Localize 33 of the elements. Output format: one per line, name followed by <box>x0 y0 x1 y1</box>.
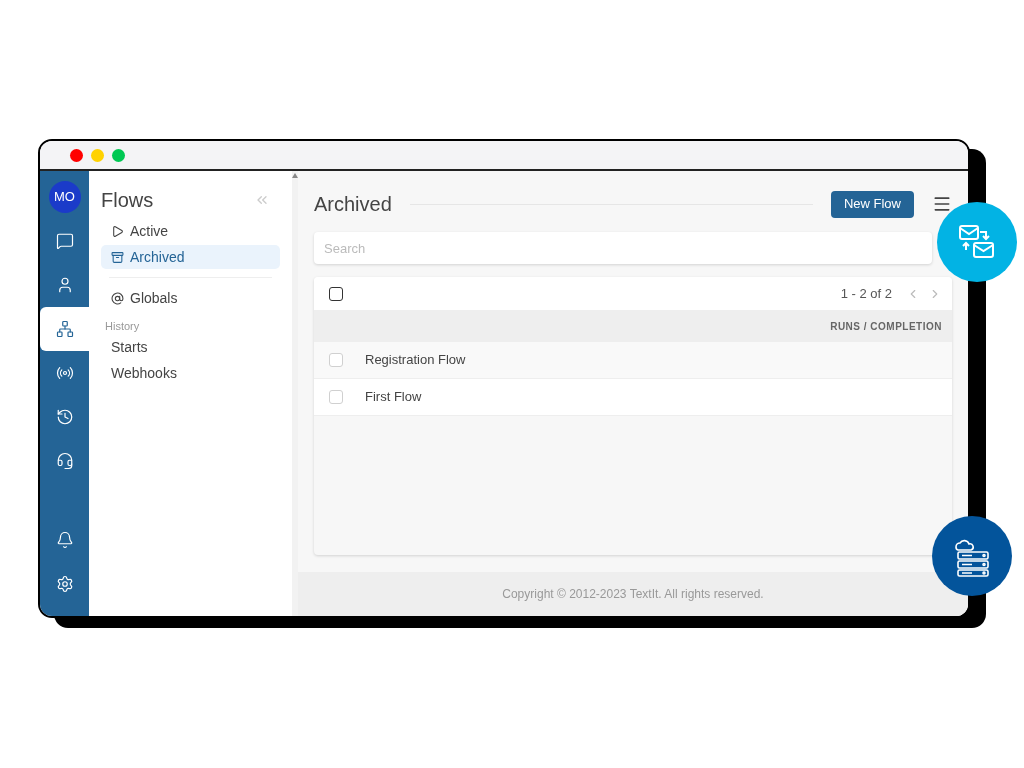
play-icon <box>111 224 124 238</box>
chat-icon <box>55 232 74 250</box>
column-header: RUNS / COMPLETION <box>830 319 942 334</box>
table-row[interactable]: Registration Flow <box>314 342 952 379</box>
scroll-up-icon[interactable] <box>292 173 298 178</box>
page-title: Archived <box>314 192 392 217</box>
table-row[interactable]: First Flow <box>314 379 952 416</box>
notification-icon[interactable] <box>55 531 74 549</box>
history-icon <box>55 408 74 426</box>
checkbox[interactable] <box>329 286 343 301</box>
section-heading: History <box>104 319 141 334</box>
archive-icon <box>111 250 124 264</box>
copyright-text: Copyright © 2012-2023 TextIt. All rights reserved. <box>502 586 764 603</box>
search-field[interactable]: Search <box>314 232 932 264</box>
broadcast-icon <box>55 364 74 382</box>
sidebar-item[interactable]: Active <box>101 219 280 243</box>
sidebar-title: Flows <box>101 188 154 213</box>
flow-icon <box>55 320 74 338</box>
sidebar-item[interactable]: Globals <box>101 286 280 310</box>
headset-icon <box>55 452 74 470</box>
flow-name: Registration Flow <box>365 351 466 370</box>
sidebar-item[interactable]: Archived <box>101 245 280 269</box>
sidebar-item[interactable]: Starts <box>101 334 280 361</box>
pagination-text: 1 - 2 of 2 <box>840 284 892 303</box>
flow-name: First Flow <box>365 388 422 407</box>
settings-icon[interactable] <box>55 575 74 593</box>
new-flow-button[interactable]: New Flow <box>830 190 914 218</box>
menu-icon[interactable] <box>932 194 952 214</box>
sidebar-item[interactable]: Webhooks <box>101 360 280 387</box>
avatar[interactable]: MO <box>48 181 81 213</box>
nav-rail-item[interactable] <box>40 307 89 351</box>
envelopes-icon <box>958 224 996 260</box>
at-icon <box>111 291 124 305</box>
